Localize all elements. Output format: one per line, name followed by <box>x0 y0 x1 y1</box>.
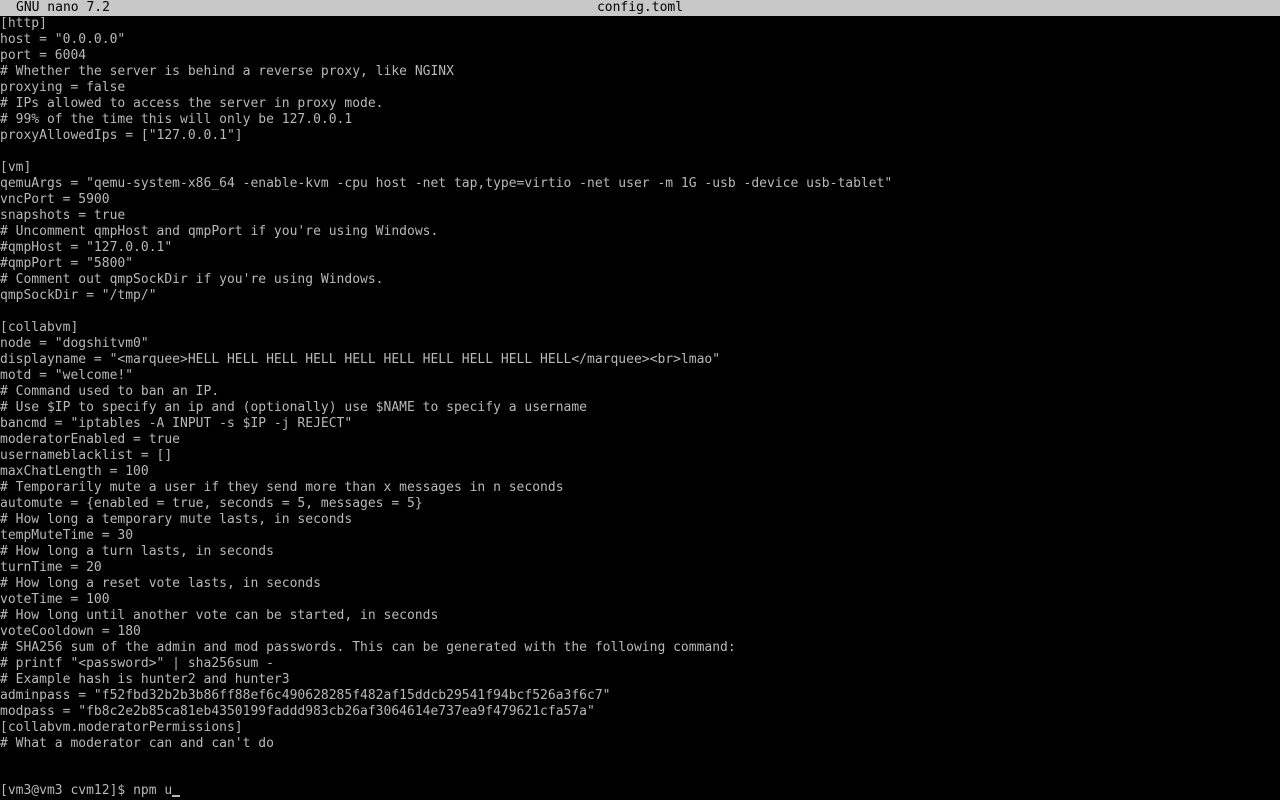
config-line: [collabvm] <box>0 320 79 335</box>
shell-command-input[interactable]: npm u <box>133 783 172 798</box>
config-line: qmpSockDir = "/tmp/" <box>0 288 157 303</box>
comment-line: #qmpHost = "127.0.0.1" <box>0 240 173 255</box>
comment-line: # Comment out qmpSockDir if you're using… <box>0 272 384 287</box>
config-line: turnTime = 20 <box>0 560 102 575</box>
comment-line: # Whether the server is behind a reverse… <box>0 64 454 79</box>
comment-line: # How long a temporary mute lasts, in se… <box>0 512 353 527</box>
config-line: [vm] <box>0 160 32 175</box>
comment-line: # Temporarily mute a user if they send m… <box>0 480 564 495</box>
comment-line: #qmpPort = "5800" <box>0 256 134 271</box>
config-line: [collabvm.moderatorPermissions] <box>0 720 243 735</box>
shell-prompt: [vm3@vm3 cvm12]$ <box>0 783 134 798</box>
config-line: node = "dogshitvm0" <box>0 336 149 351</box>
text-cursor <box>172 795 181 797</box>
comment-line: # Use $IP to specify an ip and (optional… <box>0 400 587 415</box>
config-line: qemuArgs = "qemu-system-x86_64 -enable-k… <box>0 176 893 191</box>
editor-version: GNU nano 7.2 <box>16 0 110 15</box>
comment-line: # IPs allowed to access the server in pr… <box>0 96 384 111</box>
comment-line: # SHA256 sum of the admin and mod passwo… <box>0 640 736 655</box>
comment-line: # How long until another vote can be sta… <box>0 608 439 623</box>
config-line: voteTime = 100 <box>0 592 110 607</box>
config-line: port = 6004 <box>0 48 87 63</box>
shell-prompt-line[interactable]: [vm3@vm3 cvm12]$ npm u <box>0 783 181 799</box>
config-line: [http] <box>0 16 47 31</box>
config-line: voteCooldown = 180 <box>0 624 141 639</box>
nano-title-bar: config.toml GNU nano 7.2 <box>0 0 1280 16</box>
config-line <box>0 144 1280 160</box>
config-line: vncPort = 5900 <box>0 192 110 207</box>
file-name: config.toml <box>596 0 684 15</box>
config-line: proxying = false <box>0 80 126 95</box>
comment-line: # How long a reset vote lasts, in second… <box>0 576 321 591</box>
config-line: tempMuteTime = 30 <box>0 528 134 543</box>
comment-line: # What a moderator can and can't do <box>0 736 274 751</box>
config-line <box>0 304 1280 320</box>
comment-line: # Command used to ban an IP. <box>0 384 220 399</box>
config-line: host = "0.0.0.0" <box>0 32 126 47</box>
config-line: moderatorEnabled = true <box>0 432 181 447</box>
config-line: modpass = "fb8c2e2b85ca81eb4350199faddd9… <box>0 704 595 719</box>
config-line: maxChatLength = 100 <box>0 464 149 479</box>
config-line: motd = "welcome!" <box>0 368 134 383</box>
config-line: proxyAllowedIps = ["127.0.0.1"] <box>0 128 243 143</box>
config-line: displayname = "<marquee>HELL HELL HELL H… <box>0 352 721 367</box>
comment-line: # Uncomment qmpHost and qmpPort if you'r… <box>0 224 439 239</box>
comment-line: # How long a turn lasts, in seconds <box>0 544 274 559</box>
config-line: snapshots = true <box>0 208 126 223</box>
config-line: adminpass = "f52fbd32b2b3b86ff88ef6c4906… <box>0 688 611 703</box>
comment-line: # Example hash is hunter2 and hunter3 <box>0 672 290 687</box>
comment-line: # printf "<password>" | sha256sum - <box>0 656 274 671</box>
comment-line: # 99% of the time this will only be 127.… <box>0 112 353 127</box>
config-line: bancmd = "iptables -A INPUT -s $IP -j RE… <box>0 416 353 431</box>
editor-buffer[interactable]: [http] host = "0.0.0.0" port = 6004 # Wheth… <box>0 16 1280 752</box>
config-line: usernameblacklist = [] <box>0 448 173 463</box>
config-line: automute = {enabled = true, seconds = 5,… <box>0 496 423 511</box>
